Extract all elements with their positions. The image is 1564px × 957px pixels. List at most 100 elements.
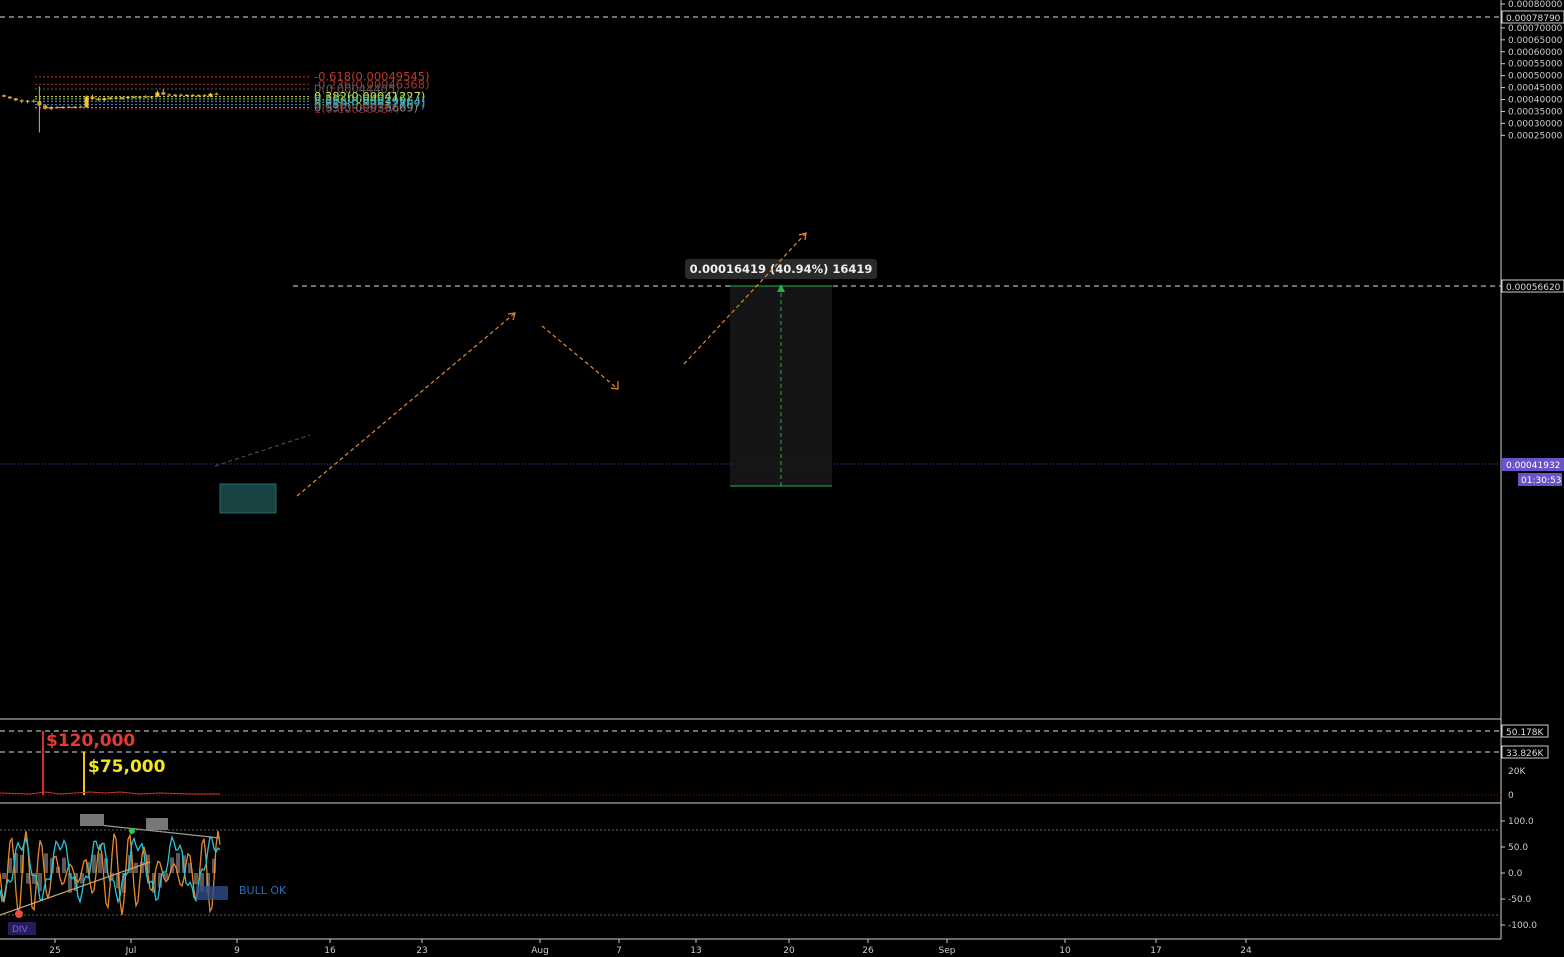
volume-tag-lower: 33.826K	[1501, 745, 1549, 759]
candle-body	[179, 94, 183, 96]
candle-body	[214, 93, 219, 95]
candle-body	[72, 106, 77, 108]
candle-body	[161, 92, 166, 95]
osc-label-box-2	[146, 818, 168, 830]
candle-body	[184, 94, 189, 96]
osc-hist-bar	[194, 873, 198, 885]
osc-bull-ok-label: BULL OK	[239, 884, 287, 897]
candle-body	[55, 107, 60, 109]
candle-body	[143, 96, 148, 98]
osc-label-box-3	[196, 886, 228, 900]
volume-tag-lower-text: 33.826K	[1506, 749, 1544, 759]
target-price-tag-text: 0.00056620	[1506, 283, 1561, 293]
fib-zone-box	[219, 483, 277, 514]
price-tick-label: 0.00050000	[1508, 72, 1563, 82]
price-tick-label: 0.00040000	[1508, 96, 1563, 106]
candle-body	[149, 96, 154, 98]
time-tick-label: 16	[324, 946, 336, 956]
osc-hist-bar	[32, 873, 36, 884]
osc-label-box-1	[80, 814, 104, 826]
time-tick-label: 20	[783, 946, 795, 956]
candle-body	[108, 97, 113, 99]
candle-body	[137, 96, 142, 98]
candle-body	[96, 98, 101, 100]
candle-body	[61, 106, 65, 108]
volume-bar-spike-red	[42, 731, 44, 795]
candle-body	[2, 95, 6, 97]
candle-body	[131, 96, 136, 98]
candle-body	[202, 95, 207, 97]
osc-hist-bar	[98, 853, 102, 873]
price-tick-label: 0.00045000	[1508, 84, 1563, 94]
volume-tag-upper-text: 50.178K	[1506, 728, 1544, 738]
candle-body	[90, 96, 95, 99]
trading-chart[interactable]: 0.000800000.000750000.000700000.00065000…	[0, 0, 1564, 957]
candle-body	[125, 96, 130, 98]
upper-price-tag: 0.00078790	[1501, 10, 1564, 24]
countdown-text: 01:30:53	[1521, 476, 1561, 486]
candle-body	[43, 105, 48, 109]
osc-red-dot	[15, 910, 23, 918]
price-tick-label: 0.00060000	[1508, 48, 1563, 58]
candle-body	[19, 100, 24, 102]
candle-body	[208, 93, 213, 97]
fib-level-label: 1(0.00036087)	[314, 102, 400, 116]
candle-body	[167, 94, 172, 96]
candle-body	[155, 92, 160, 97]
time-tick-label: 23	[416, 946, 427, 956]
candle-body	[173, 94, 178, 96]
volume-annotation-red: $120,000	[46, 731, 135, 751]
osc-hist-bar	[2, 873, 6, 879]
candle-body	[7, 96, 12, 99]
osc-tick-label: -100.0	[1508, 921, 1537, 931]
time-tick-label: 17	[1150, 946, 1161, 956]
candle-body	[37, 101, 42, 106]
price-tick-label: 0.00055000	[1508, 60, 1563, 70]
osc-tick-label: -50.0	[1508, 895, 1532, 905]
volume-bar-spike-yellow	[83, 752, 85, 795]
price-tick-label: 0.00070000	[1508, 24, 1563, 34]
candle-body	[102, 98, 107, 100]
time-tick-label: Aug	[531, 946, 549, 956]
time-tick-label: 7	[616, 946, 622, 956]
candle-body	[49, 107, 54, 109]
osc-tick-label: 0.0	[1508, 869, 1523, 879]
candle-body	[13, 98, 18, 101]
candle-body	[66, 106, 71, 108]
volume-tick-20k: 20K	[1508, 767, 1526, 777]
osc-hist-bar	[62, 857, 66, 873]
osc-tick-label: 100.0	[1508, 817, 1534, 827]
candle-body	[25, 100, 30, 102]
price-tick-label: 0.00065000	[1508, 36, 1563, 46]
osc-tick-label: 50.0	[1508, 843, 1528, 853]
volume-tick-0: 0	[1508, 791, 1514, 801]
time-tick-label: 26	[862, 946, 874, 956]
price-tick-label: 0.00025000	[1508, 131, 1563, 141]
candle-body	[31, 100, 36, 102]
time-tick-label: 13	[690, 946, 701, 956]
candle-body	[196, 95, 201, 97]
measure-label: 0.00016419 (40.94%) 16419	[690, 262, 873, 276]
candle-body	[84, 96, 89, 108]
upper-price-tag-text: 0.00078790	[1506, 14, 1561, 24]
time-tick-label: 9	[234, 946, 240, 956]
time-tick-label: Jul	[125, 946, 137, 956]
price-tick-label: 0.00080000	[1508, 0, 1563, 10]
osc-hist-bar	[92, 854, 96, 873]
volume-annotation-yellow: $75,000	[88, 757, 166, 777]
price-tick-label: 0.00035000	[1508, 107, 1563, 117]
volume-tag-upper: 50.178K	[1501, 724, 1549, 738]
target-price-tag: 0.00056620	[1501, 279, 1564, 293]
time-tick-label: 10	[1059, 946, 1071, 956]
last-price-tag-text: 0.00041932	[1506, 461, 1560, 471]
candle-body	[78, 106, 83, 108]
osc-div-label: DIV	[12, 925, 29, 935]
time-tick-label: 24	[1240, 946, 1252, 956]
candle-body	[114, 97, 119, 99]
time-tick-label: Sep	[939, 946, 956, 956]
time-tick-label: 25	[49, 946, 60, 956]
osc-green-dot	[129, 828, 135, 834]
candle-body	[190, 94, 195, 96]
candle-body	[120, 97, 124, 99]
price-tick-label: 0.00030000	[1508, 119, 1563, 129]
